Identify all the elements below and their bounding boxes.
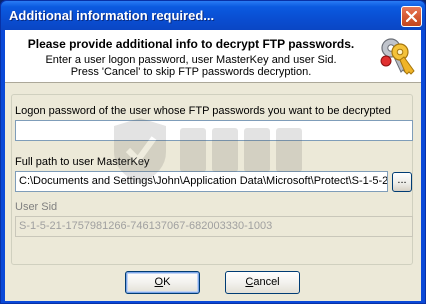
window-title: Additional information required... (9, 8, 215, 23)
keys-icon (380, 38, 415, 75)
header-instruction-1: Enter a user logon password, user Master… (45, 54, 337, 66)
ok-button[interactable]: OK (125, 271, 200, 294)
browse-button[interactable]: ... (392, 172, 412, 192)
password-input[interactable] (15, 120, 413, 141)
password-label: Logon password of the user whose FTP pas… (15, 105, 391, 117)
masterkey-label: Full path to user MasterKey (15, 156, 150, 168)
close-button[interactable] (401, 6, 422, 27)
masterkey-path-input[interactable]: C:\Documents and Settings\John\Applicati… (15, 171, 388, 192)
header-banner: Please provide additional info to decryp… (5, 30, 421, 83)
ok-label-rest: K (163, 276, 171, 288)
cancel-label-rest: ancel (253, 276, 280, 288)
header-instruction-2: Press 'Cancel' to skip FTP passwords dec… (70, 66, 312, 78)
cancel-button[interactable]: Cancel (225, 271, 300, 294)
ok-mnemonic: O (154, 276, 164, 288)
dialog-window: Additional information required... Pleas… (0, 0, 426, 304)
title-bar[interactable]: Additional information required... (1, 1, 425, 30)
user-sid-label: User Sid (15, 201, 58, 213)
header-title: Please provide additional info to decryp… (27, 37, 355, 51)
dialog-body: Please provide additional info to decryp… (5, 30, 421, 301)
user-sid-input: S-1-5-21-1757981266-746137067-682003330-… (15, 216, 413, 237)
close-icon (406, 11, 417, 22)
